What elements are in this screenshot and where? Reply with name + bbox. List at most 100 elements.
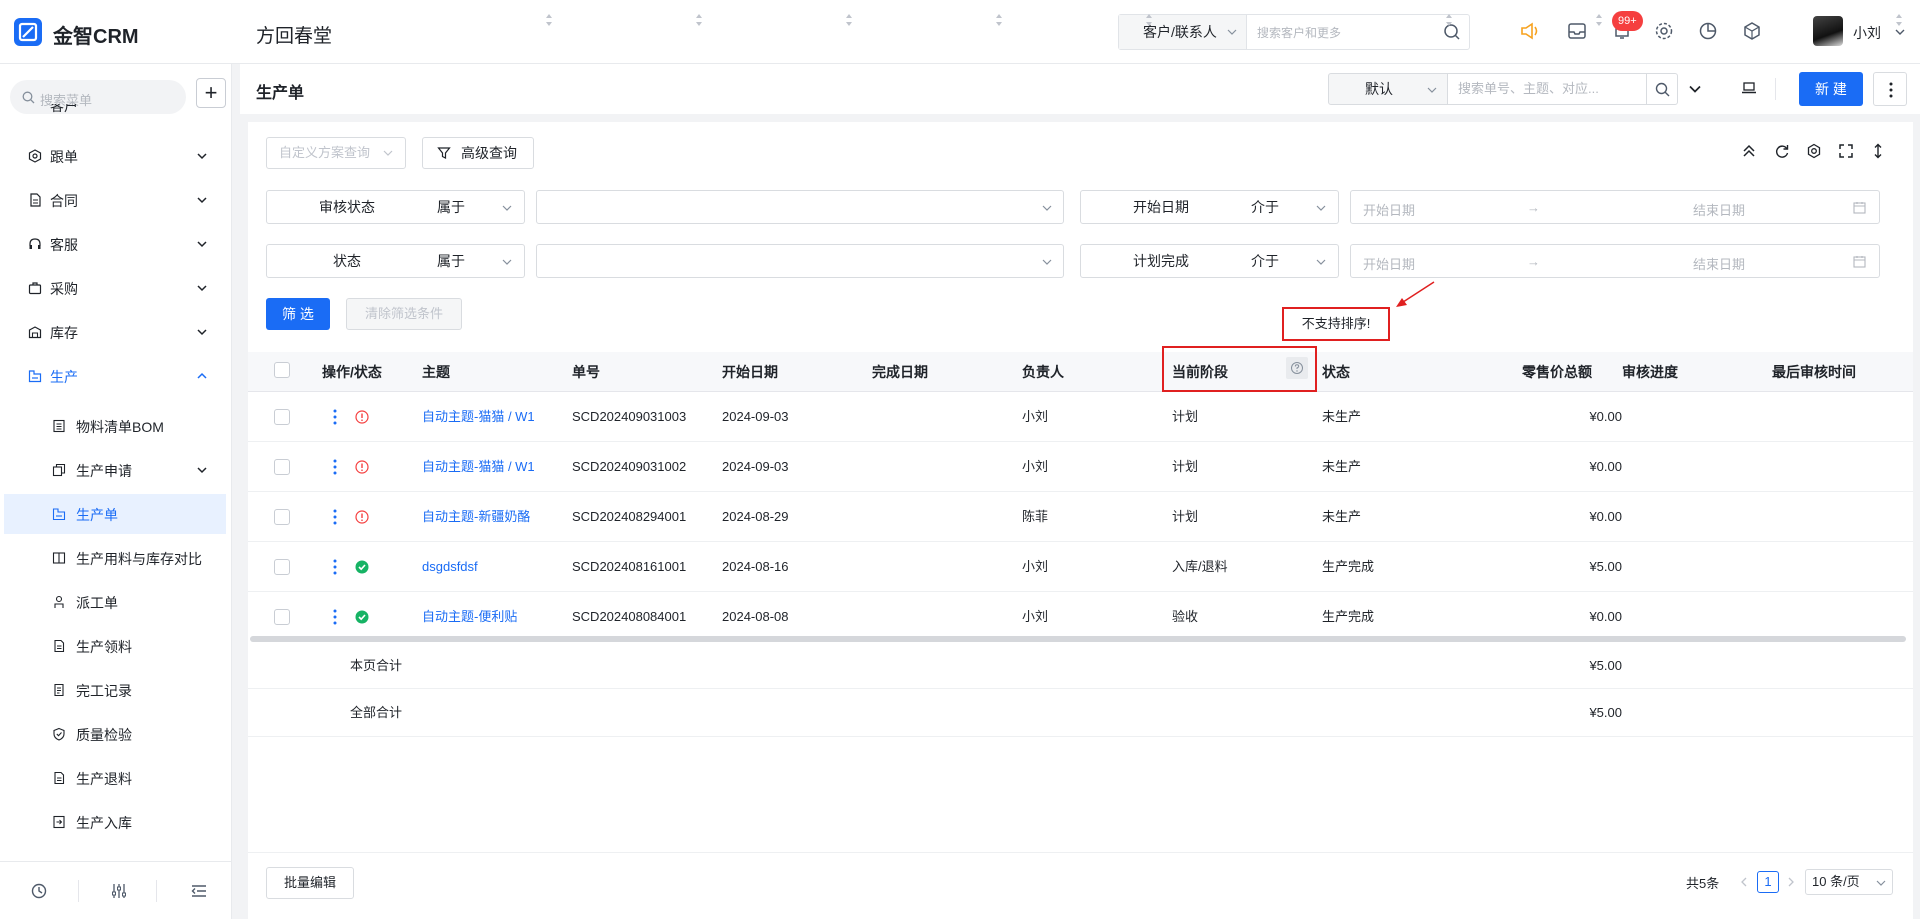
sort-icon[interactable] xyxy=(1445,13,1453,27)
sort-icon[interactable] xyxy=(1145,13,1153,27)
more-vertical-icon[interactable] xyxy=(333,509,337,525)
help-button[interactable] xyxy=(1286,357,1308,379)
table-row[interactable]: dsgdsfdsf SCD202408161001 2024-08-16 小刘 … xyxy=(248,542,1913,592)
sidebar-subitem-completion-record[interactable]: 完工记录 xyxy=(4,670,226,710)
sort-icon[interactable] xyxy=(545,13,553,27)
row-checkbox[interactable] xyxy=(274,509,290,525)
chevron-down-icon[interactable] xyxy=(1894,26,1906,38)
gear-icon[interactable] xyxy=(1653,20,1675,42)
more-vertical-icon[interactable] xyxy=(333,609,337,625)
sidebar-item-customer[interactable]: 客户 xyxy=(0,104,228,124)
column-header-state[interactable]: 状态 xyxy=(1322,352,1350,392)
table-row[interactable]: 自动主题-猫猫 / W1 SCD202409031002 2024-09-03 … xyxy=(248,442,1913,492)
filter-start-date-operator[interactable]: 介于 xyxy=(1241,190,1339,224)
chevron-right-icon[interactable] xyxy=(1785,876,1797,888)
sliders-icon[interactable] xyxy=(110,882,128,900)
chevron-down-icon[interactable] xyxy=(1688,82,1702,96)
global-search-input[interactable]: 搜索客户和更多 xyxy=(1257,24,1341,41)
row-checkbox[interactable] xyxy=(274,609,290,625)
sidebar-item-service[interactable]: 客服 xyxy=(0,222,228,266)
column-header-number[interactable]: 单号 xyxy=(572,352,600,392)
filter-status-operator[interactable]: 属于 xyxy=(427,244,525,278)
user-name[interactable]: 小刘 xyxy=(1853,23,1881,43)
page-search-button[interactable] xyxy=(1646,73,1678,105)
filter-audit-status-value[interactable] xyxy=(536,190,1064,224)
fullscreen-icon[interactable] xyxy=(1838,143,1854,159)
table-row[interactable]: 自动主题-便利贴 SCD202408084001 2024-08-08 小刘 验… xyxy=(248,592,1913,642)
column-header-owner[interactable]: 负责人 xyxy=(1022,352,1064,392)
filter-plan-complete-range[interactable]: 开始日期 → 结束日期 xyxy=(1350,244,1880,278)
column-header-last-audit-time[interactable]: 最后审核时间 xyxy=(1772,352,1856,392)
subject-link[interactable]: 自动主题-便利贴 xyxy=(422,607,517,627)
sidebar-subitem-material-compare[interactable]: 生产用料与库存对比 xyxy=(4,538,226,578)
custom-query-select[interactable]: 自定义方案查询 xyxy=(266,137,406,169)
sidebar-subitem-material-return[interactable]: 生产退料 xyxy=(4,758,226,798)
sort-icon[interactable] xyxy=(1895,13,1903,27)
view-select[interactable]: 默认 xyxy=(1328,73,1448,105)
sidebar-subitem-bom[interactable]: 物料清单BOM xyxy=(4,406,226,446)
sidebar-item-inventory[interactable]: 库存 xyxy=(0,310,228,354)
avatar[interactable] xyxy=(1813,16,1843,46)
subject-link[interactable]: 自动主题-猫猫 / W1 xyxy=(422,457,535,477)
advanced-query-button[interactable]: 高级查询 xyxy=(422,137,534,169)
collapse-up-icon[interactable] xyxy=(1741,143,1757,159)
sidebar-item-follow[interactable]: 跟单 xyxy=(0,134,228,178)
announcement-icon[interactable] xyxy=(1519,20,1541,42)
page-number-button[interactable]: 1 xyxy=(1757,871,1779,893)
refresh-icon[interactable] xyxy=(1774,143,1790,159)
row-checkbox[interactable] xyxy=(274,559,290,575)
row-checkbox[interactable] xyxy=(274,409,290,425)
sidebar-subitem-production-request[interactable]: 生产申请 xyxy=(4,450,226,490)
laptop-icon[interactable] xyxy=(1741,80,1757,96)
inbox-icon[interactable] xyxy=(1566,20,1588,42)
page-search-input[interactable]: 搜索单号、主题、对应... xyxy=(1447,73,1647,105)
worker-icon xyxy=(54,595,64,608)
filter-plan-complete-operator[interactable]: 介于 xyxy=(1241,244,1339,278)
sidebar-item-purchase[interactable]: 采购 xyxy=(0,266,228,310)
new-button[interactable]: 新 建 xyxy=(1799,72,1863,106)
sidebar-item-production[interactable]: 生产 xyxy=(0,354,228,398)
filter-start-date-range[interactable]: 开始日期 → 结束日期 xyxy=(1350,190,1880,224)
collapse-menu-icon[interactable] xyxy=(190,882,208,900)
clear-filter-button[interactable]: 清除筛选条件 xyxy=(346,298,462,330)
sort-icon[interactable] xyxy=(1595,13,1603,27)
column-header-end-date[interactable]: 完成日期 xyxy=(872,352,928,392)
table-row[interactable]: 自动主题-猫猫 / W1 SCD202409031003 2024-09-03 … xyxy=(248,392,1913,442)
chevron-left-icon[interactable] xyxy=(1738,876,1750,888)
subject-link[interactable]: 自动主题-猫猫 / W1 xyxy=(422,407,535,427)
more-vertical-icon[interactable] xyxy=(333,459,337,475)
column-header-retail-total[interactable]: 零售价总额 xyxy=(1522,352,1592,392)
more-vertical-icon[interactable] xyxy=(333,559,337,575)
sort-icon[interactable] xyxy=(695,13,703,27)
state: 未生产 xyxy=(1322,459,1362,474)
sort-icon[interactable] xyxy=(995,13,1003,27)
sidebar-item-contract[interactable]: 合同 xyxy=(0,178,228,222)
sort-icon[interactable] xyxy=(845,13,853,27)
column-header-start-date[interactable]: 开始日期 xyxy=(722,352,778,392)
subject-link[interactable]: dsgdsfdsf xyxy=(422,557,478,577)
pie-chart-icon[interactable] xyxy=(1697,20,1719,42)
search-type-select[interactable]: 客户/联系人 xyxy=(1119,15,1247,49)
more-options-button[interactable] xyxy=(1873,72,1907,106)
sidebar-subitem-production-order[interactable]: 生产单 xyxy=(4,494,226,534)
cube-icon[interactable] xyxy=(1741,20,1763,42)
batch-edit-button[interactable]: 批量编辑 xyxy=(266,867,354,899)
sidebar-subitem-quality-inspection[interactable]: 质量检验 xyxy=(4,714,226,754)
sidebar-subitem-dispatch[interactable]: 派工单 xyxy=(4,582,226,622)
history-icon[interactable] xyxy=(30,882,48,900)
page-size-select[interactable]: 10 条/页 xyxy=(1805,869,1893,895)
sidebar-subitem-production-stockin[interactable]: 生产入库 xyxy=(4,802,226,842)
filter-status-value[interactable] xyxy=(536,244,1064,278)
sidebar-subitem-material-picking[interactable]: 生产领料 xyxy=(4,626,226,666)
row-checkbox[interactable] xyxy=(274,459,290,475)
row-height-icon[interactable] xyxy=(1870,143,1886,159)
record-icon xyxy=(54,683,64,697)
gear-icon[interactable] xyxy=(1806,143,1822,159)
table-row[interactable]: 自动主题-新疆奶酪 SCD202408294001 2024-08-29 陈菲 … xyxy=(248,492,1913,542)
more-vertical-icon[interactable] xyxy=(333,409,337,425)
subject-link[interactable]: 自动主题-新疆奶酪 xyxy=(422,507,530,527)
select-all-checkbox[interactable] xyxy=(274,362,290,378)
column-header-subject[interactable]: 主题 xyxy=(422,352,450,392)
filter-audit-status-operator[interactable]: 属于 xyxy=(427,190,525,224)
filter-button[interactable]: 筛 选 xyxy=(266,298,330,330)
